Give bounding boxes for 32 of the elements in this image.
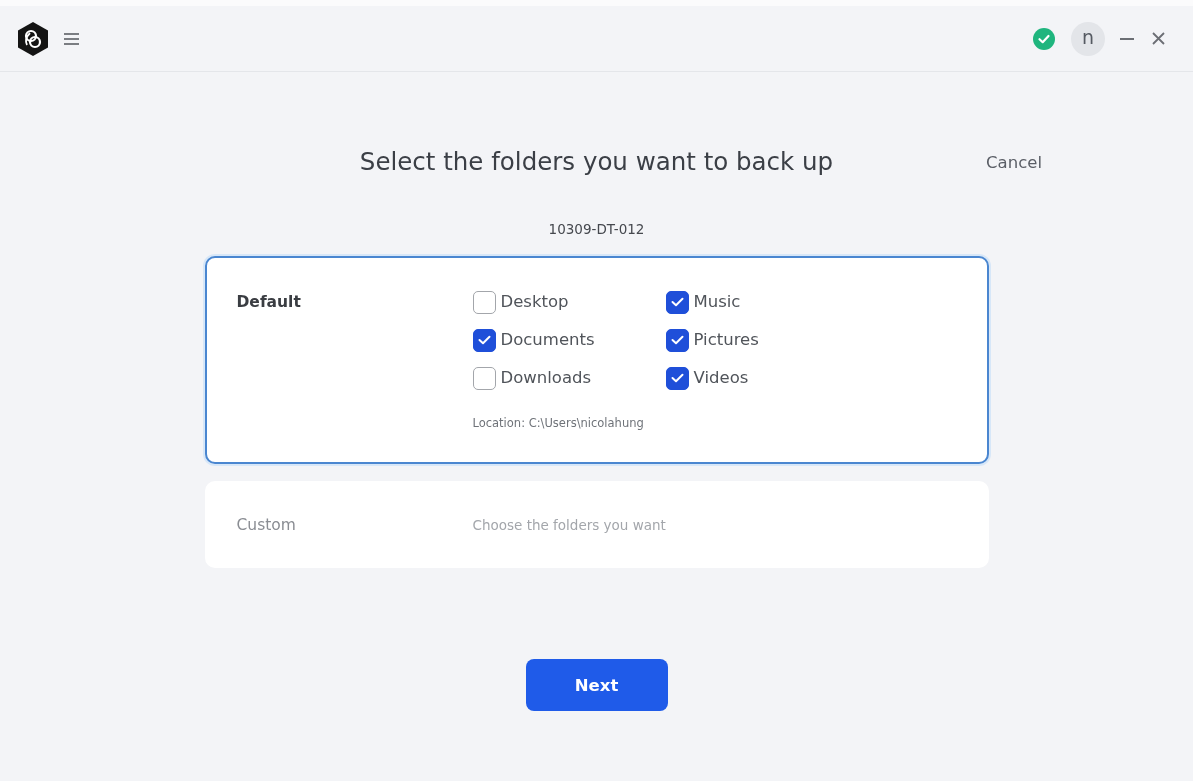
checkmark-icon <box>670 373 684 383</box>
minimize-icon <box>1120 37 1134 40</box>
menu-button[interactable] <box>64 32 79 45</box>
folder-checkbox[interactable] <box>472 290 496 314</box>
folder-label: Videos <box>693 367 749 389</box>
close-icon <box>1151 32 1165 45</box>
next-button[interactable]: Next <box>525 659 668 711</box>
option-label: Default <box>236 292 302 313</box>
page-title: Select the folders you want to back up <box>359 147 834 177</box>
folder-checkbox[interactable] <box>472 328 496 352</box>
folder-checkbox[interactable] <box>665 366 689 390</box>
folder-label: Pictures <box>693 329 759 351</box>
checkmark-icon <box>670 335 684 345</box>
folder-label: Documents <box>500 329 595 351</box>
menu-icon <box>64 32 79 45</box>
backup-option-card[interactable]: Default Desktop Music Documents Pictures Downloads Videos Location: C:\Users\nicolahung <box>204 256 989 464</box>
location-text: Location: C:\Users\nicolahung <box>472 415 645 431</box>
option-label: Custom <box>236 514 297 536</box>
cancel-link[interactable]: Cancel <box>986 152 1042 172</box>
folder-label: Desktop <box>500 291 569 313</box>
avatar-button[interactable]: n <box>1071 21 1105 56</box>
folder-label: Music <box>693 291 741 313</box>
checkmark-icon <box>670 297 684 307</box>
checkmark-icon <box>477 335 491 345</box>
logo-icon <box>16 20 50 57</box>
option-description: Choose the folders you want <box>472 516 667 533</box>
folder-checkbox[interactable] <box>665 328 689 352</box>
folder-label: Downloads <box>500 367 592 389</box>
folder-checkbox[interactable] <box>665 290 689 314</box>
device-name: 10309-DT-012 <box>548 220 645 238</box>
folder-checkbox[interactable] <box>472 366 496 390</box>
backup-option-card[interactable]: Custom Choose the folders you want <box>204 481 989 568</box>
